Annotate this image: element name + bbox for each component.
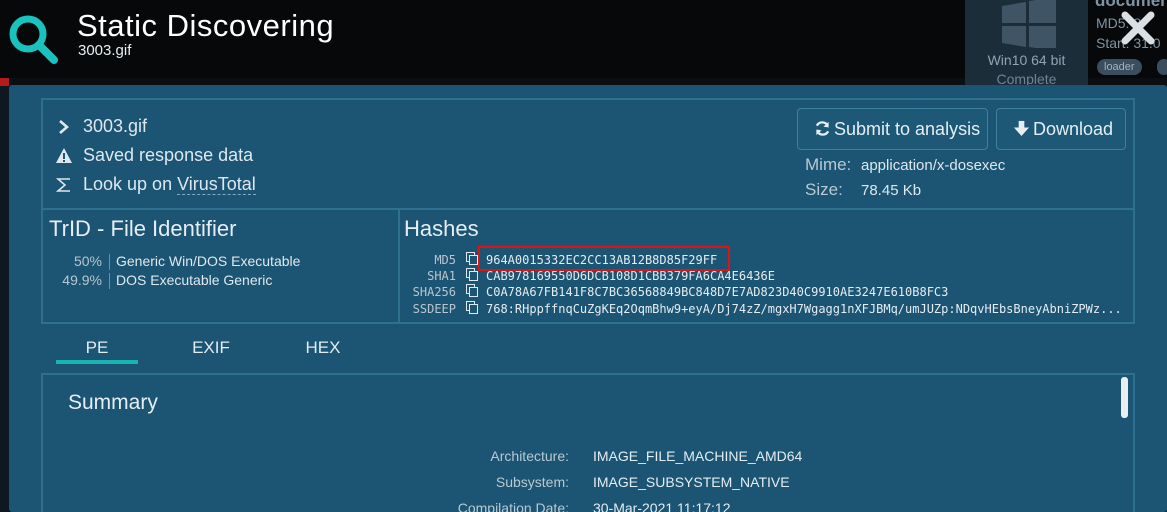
hash-label: SSDEEP [412,302,456,316]
hash-label: SHA1 [427,269,456,283]
trid-description: DOS Executable Generic [116,272,273,288]
windows-icon [1002,0,1056,48]
modal-title: Static Discovering [77,8,335,43]
summary-label: Subsystem: [495,474,569,490]
tab-exif[interactable]: EXIF [170,338,252,358]
saved-response-label: Saved response data [83,145,254,165]
active-tab-indicator [56,360,138,364]
download-button[interactable]: Download [996,108,1126,150]
hashes-title: Hashes [404,216,479,241]
sigma-icon [55,178,70,192]
lookup-prefix: Look up on [83,174,178,194]
tab-pe[interactable]: PE [56,338,138,358]
refresh-icon [815,121,830,136]
modal-subtitle: 3003.gif [78,42,132,59]
virustotal-link[interactable]: VirusTotal [177,174,256,195]
divider [109,273,110,289]
hash-label: SHA256 [412,285,456,299]
summary-panel [41,373,1135,512]
mime-label: Mime: [805,155,852,174]
size-label: Size: [805,180,843,199]
mime-value: application/x-dosexec [861,157,1006,174]
md5-highlight-box [478,246,730,271]
copy-icon[interactable] [466,252,478,265]
download-icon [1013,121,1030,137]
file-name: 3003.gif [83,116,148,136]
hash-label: MD5 [434,253,456,267]
summary-title: Summary [68,391,158,414]
divider [43,208,1133,210]
summary-label: Compilation Date: [457,500,569,512]
copy-icon[interactable] [466,284,478,297]
submit-label: Submit to analysis [834,119,981,139]
copy-icon[interactable] [466,268,478,281]
os-label: Win10 64 bit [987,52,1066,68]
tag-badge [1157,59,1167,75]
tab-hex[interactable]: HEX [282,338,364,358]
trid-percent: 50% [73,253,102,269]
close-icon[interactable] [1120,10,1156,46]
summary-value: 30-Mar-2021 11:17:12 [593,500,731,512]
copy-icon[interactable] [466,301,478,314]
chevron-right-icon [59,120,69,134]
ssdeep-value[interactable]: 768:RHppffnqCuZgKEq2OqmBhw9+eyA/Dj74zZ/m… [486,302,1134,316]
background-strip [0,78,9,512]
summary-value: IMAGE_SUBSYSTEM_NATIVE [593,474,790,490]
submit-analysis-button[interactable]: Submit to analysis [797,108,988,150]
sha1-value[interactable]: CAB978169550D6DCB108D1CBB379FA6CA4E6436E [486,269,1134,283]
warning-icon [56,148,72,163]
divider [398,210,400,322]
scrollbar[interactable] [1121,377,1128,418]
trid-title: TrID - File Identifier [49,216,237,241]
size-value: 78.45 Kb [861,182,922,199]
trid-description: Generic Win/DOS Executable [116,253,301,269]
sha256-value[interactable]: C0A78A67FB141F8C7BC36568849BC848D7E7AD82… [486,285,1134,299]
download-label: Download [1033,119,1114,139]
search-icon [9,15,58,64]
trid-percent: 49.9% [62,272,102,288]
tag-badge: loader [1097,59,1142,75]
divider [109,254,110,270]
summary-label: Architecture: [490,448,569,464]
summary-value: IMAGE_FILE_MACHINE_AMD64 [593,448,803,464]
